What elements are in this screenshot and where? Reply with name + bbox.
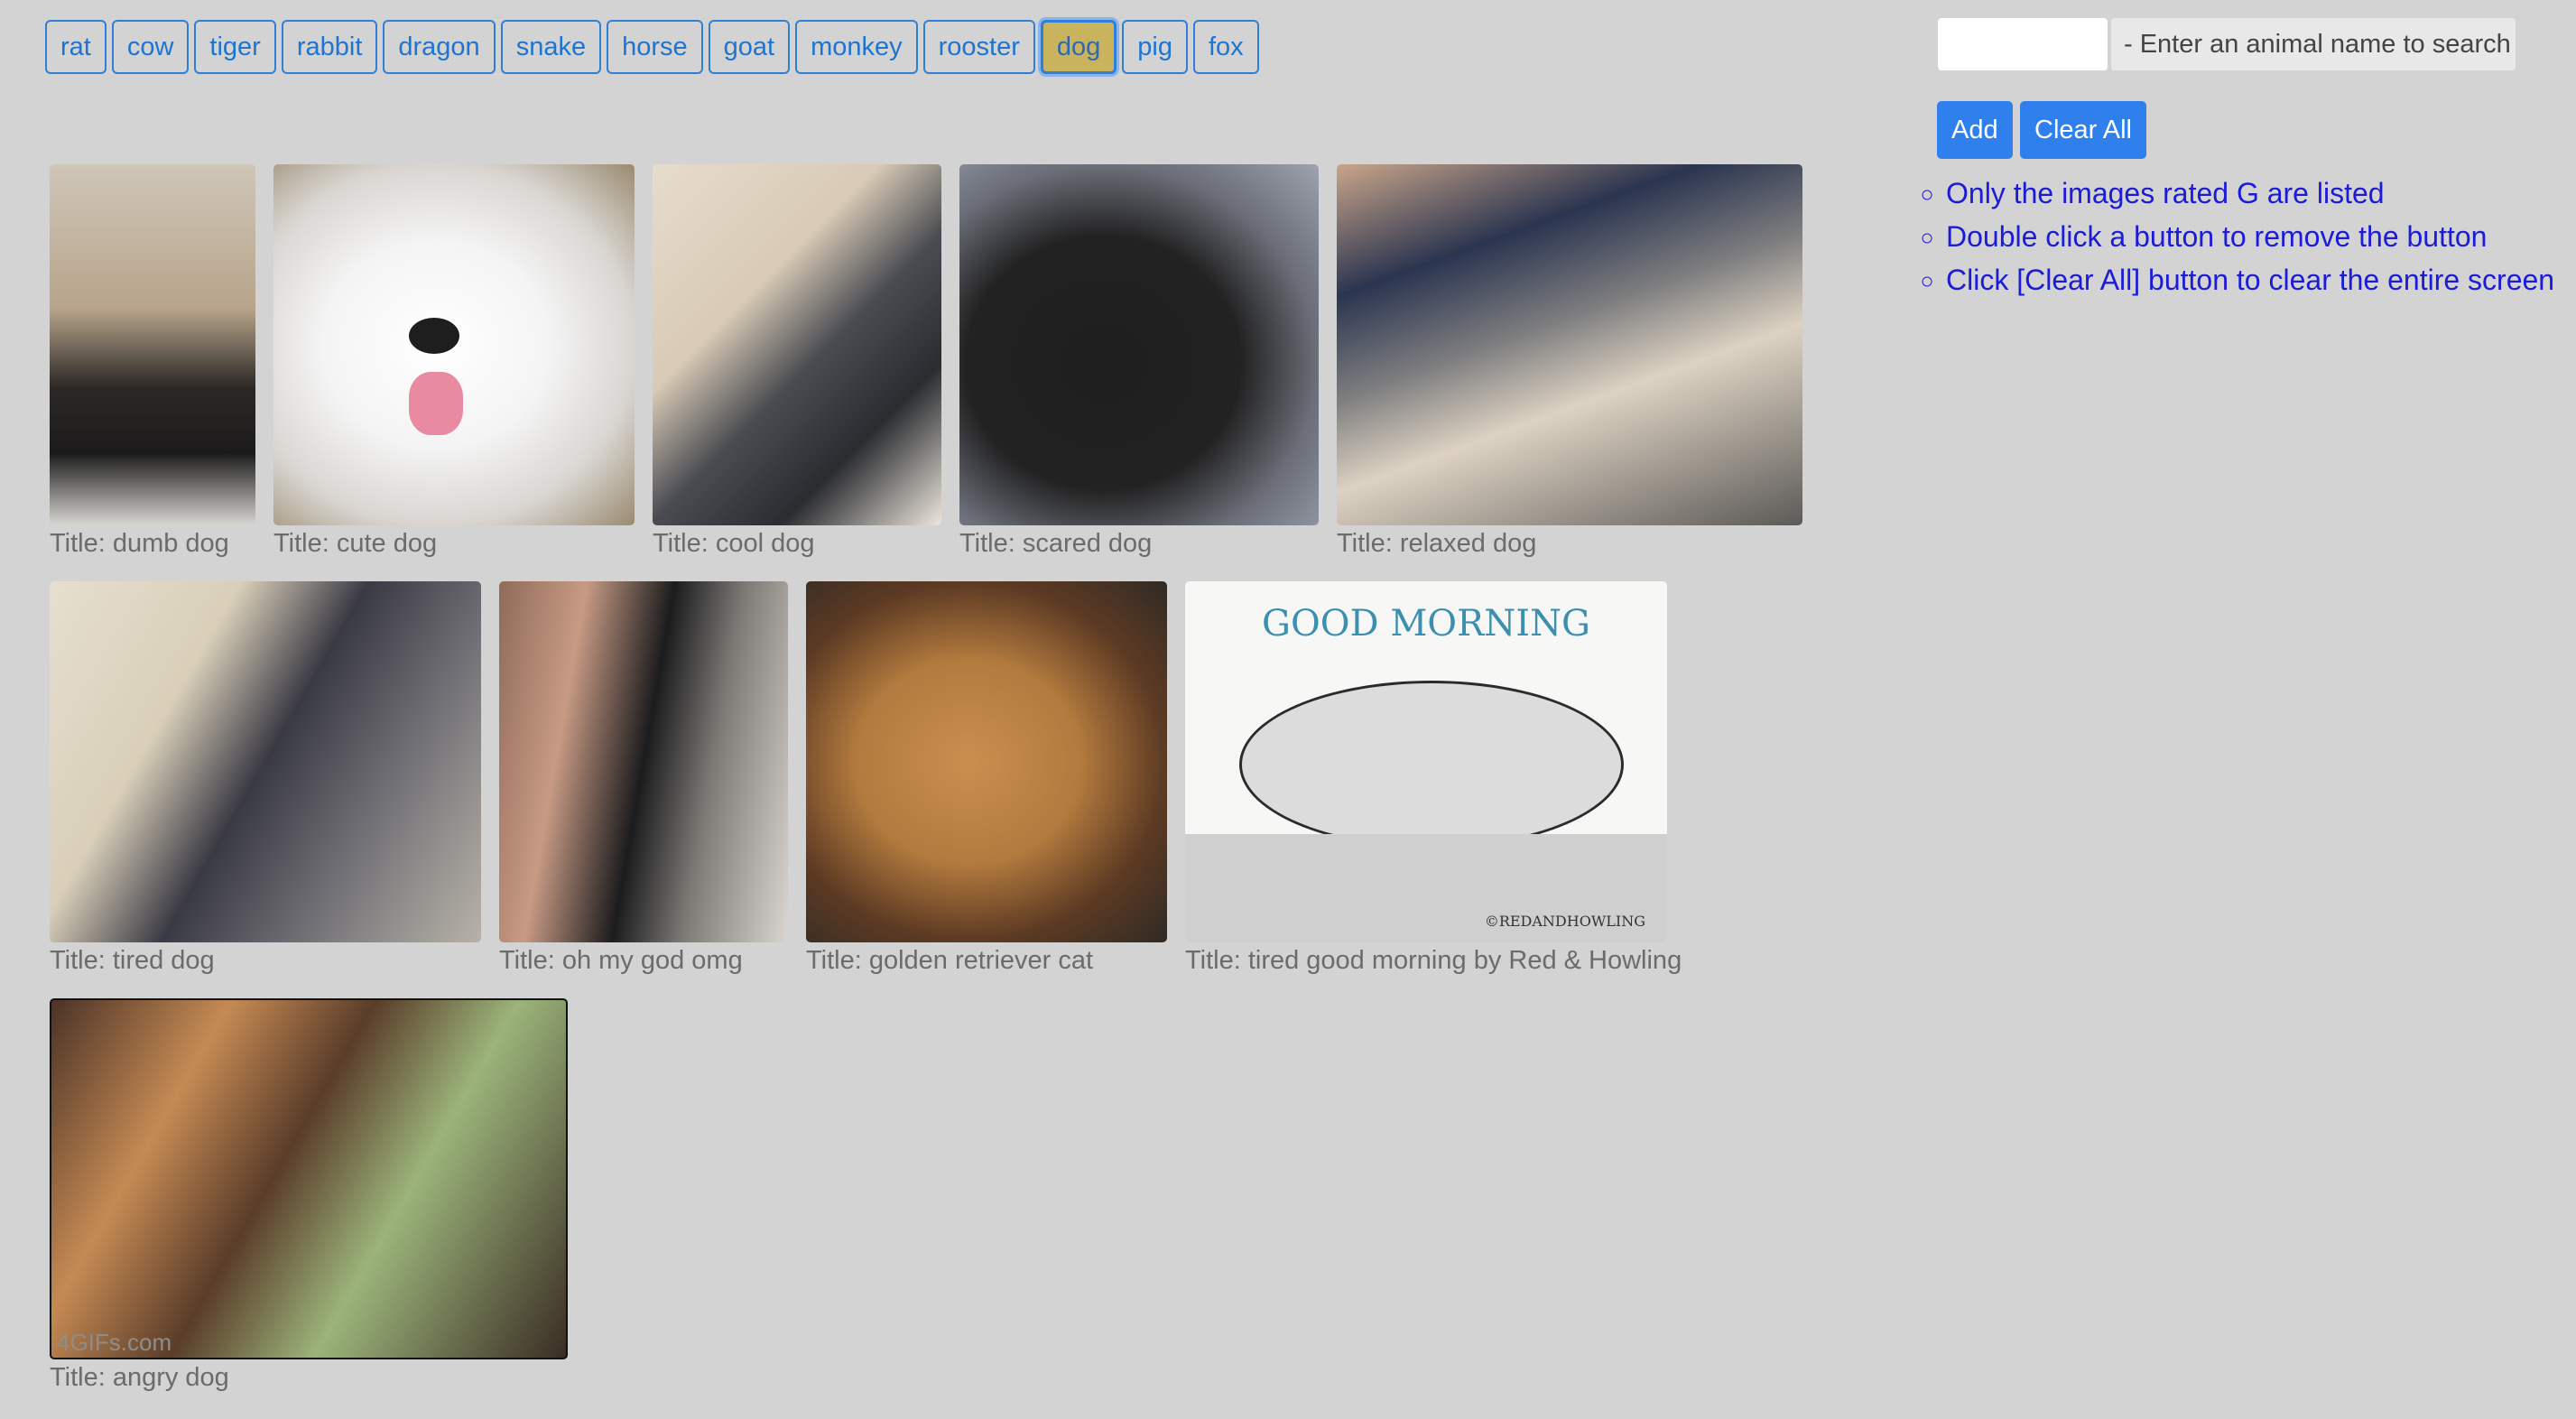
gif-card[interactable]: Title: cool dog [653, 164, 941, 559]
clear-all-button[interactable]: Clear All [2020, 101, 2146, 159]
search-hint-label: - Enter an animal name to search [2111, 18, 2516, 70]
gif-title: Title: tired good morning by Red & Howli… [1185, 946, 1682, 975]
gif-row: 4GIFs.com Title: angry dog [50, 998, 1837, 1415]
gif-title: Title: scared dog [959, 529, 1153, 558]
gif-title: Title: cute dog [273, 529, 438, 558]
animal-button-bar: rat cow tiger rabbit dragon snake horse goat mon… [45, 20, 1265, 74]
animal-button-monkey[interactable]: monkey [795, 20, 918, 74]
gif-card[interactable]: GOOD MORNING ©REDANDHOWLING Title: tired… [1185, 581, 1682, 976]
gif-image-dumb-dog[interactable] [50, 164, 255, 525]
gif-image-cute-dog[interactable] [273, 164, 635, 525]
animal-button-rooster[interactable]: rooster [922, 20, 1035, 74]
gif-image-scared-dog[interactable] [959, 164, 1319, 525]
gif-title: Title: tired dog [50, 946, 215, 975]
animal-button-tiger[interactable]: tiger [194, 20, 276, 74]
instruction-item: Double click a button to remove the butt… [1946, 215, 2576, 258]
gif-title: Title: oh my god omg [499, 946, 743, 975]
dog-tongue-shape [409, 372, 463, 435]
gif-title: Title: angry dog [50, 1363, 229, 1392]
gif-image-tired-good-morning[interactable]: GOOD MORNING ©REDANDHOWLING [1185, 581, 1667, 942]
gif-card[interactable]: 4GIFs.com Title: angry dog [50, 998, 568, 1393]
instructions-list: Only the images rated G are listed Doubl… [1917, 172, 2576, 301]
animal-button-dog[interactable]: dog [1040, 20, 1117, 74]
red-and-howling-watermark: ©REDANDHOWLING [1484, 913, 1645, 930]
animal-button-snake[interactable]: snake [500, 20, 602, 74]
instruction-item: Only the images rated G are listed [1946, 172, 2576, 215]
animal-button-horse[interactable]: horse [607, 20, 703, 74]
good-morning-caption: GOOD MORNING [1262, 603, 1590, 645]
gif-image-golden-retriever-cat[interactable] [806, 581, 1167, 942]
animal-button-pig[interactable]: pig [1122, 20, 1188, 74]
animal-button-cow[interactable]: cow [111, 20, 190, 74]
4gifs-watermark: 4GIFs.com [57, 1329, 172, 1356]
gif-card[interactable]: Title: scared dog [959, 164, 1319, 559]
instruction-item: Click [Clear All] button to clear the en… [1946, 258, 2576, 301]
gif-title: Title: relaxed dog [1337, 529, 1537, 558]
gif-image-tired-dog[interactable] [50, 581, 481, 942]
gif-image-cool-dog[interactable] [653, 164, 941, 525]
gif-card[interactable]: Title: golden retriever cat [806, 581, 1167, 976]
animal-button-fox[interactable]: fox [1193, 20, 1259, 74]
gif-card[interactable]: Title: oh my god omg [499, 581, 788, 976]
animal-button-dragon[interactable]: dragon [383, 20, 496, 74]
gif-image-relaxed-dog[interactable] [1337, 164, 1802, 525]
gif-image-angry-dog[interactable]: 4GIFs.com [50, 998, 568, 1359]
gif-grid: Title: dumb dog Title: cute dog Title: c… [50, 164, 1837, 1415]
gif-row: Title: dumb dog Title: cute dog Title: c… [50, 164, 1837, 581]
animal-button-rabbit[interactable]: rabbit [281, 20, 378, 74]
gif-title: Title: golden retriever cat [806, 946, 1094, 975]
gif-title: Title: cool dog [653, 529, 815, 558]
dog-nose-shape [409, 318, 459, 354]
search-input[interactable] [1938, 18, 2108, 70]
gif-card[interactable]: Title: relaxed dog [1337, 164, 1802, 559]
animal-button-rat[interactable]: rat [45, 20, 107, 74]
gif-card[interactable]: Title: dumb dog [50, 164, 255, 559]
add-button[interactable]: Add [1937, 101, 2013, 159]
pillow-shape [1239, 681, 1624, 849]
gif-card[interactable]: Title: tired dog [50, 581, 481, 976]
animal-button-goat[interactable]: goat [708, 20, 791, 74]
gif-card[interactable]: Title: cute dog [273, 164, 635, 559]
gif-row: Title: tired dog Title: oh my god omg Ti… [50, 581, 1837, 998]
gif-title: Title: dumb dog [50, 529, 229, 558]
gif-image-oh-my-god-omg[interactable] [499, 581, 788, 942]
